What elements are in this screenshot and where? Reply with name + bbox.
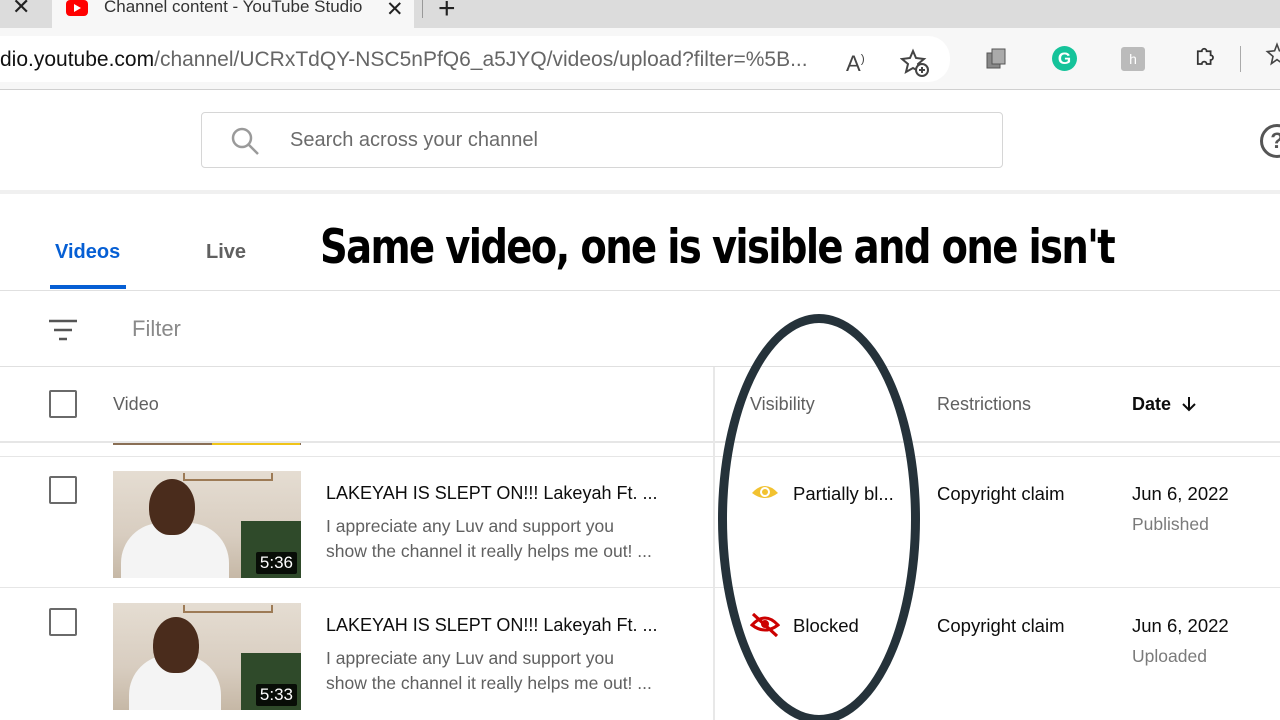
video-thumbnail[interactable]: 5:33	[113, 603, 301, 710]
filter-icon[interactable]	[48, 318, 78, 342]
eye-off-icon	[750, 613, 780, 637]
table-row[interactable]: 5:36 LAKEYAH IS SLEPT ON!!! Lakeyah Ft. …	[0, 457, 1280, 588]
favorites-icon[interactable]	[1262, 42, 1280, 66]
date-header-label: Date	[1132, 394, 1172, 414]
url-text[interactable]: dio.youtube.com/channel/UCRxTdQY-NSC5nPf…	[0, 48, 808, 72]
eye-icon	[752, 486, 778, 498]
read-aloud-icon[interactable]: A)	[846, 51, 865, 77]
filter-divider	[0, 366, 1280, 367]
video-duration: 5:36	[255, 552, 297, 574]
table-row[interactable]: 5:33 LAKEYAH IS SLEPT ON!!! Lakeyah Ft. …	[0, 589, 1280, 720]
browser-tab[interactable]: Channel content - YouTube Studio ✕	[52, 0, 414, 28]
column-header-video: Video	[113, 394, 159, 414]
restriction-status[interactable]: Copyright claim	[937, 483, 1065, 505]
thumbnail-person-head	[149, 479, 195, 535]
address-bar[interactable]: dio.youtube.com/channel/UCRxTdQY-NSC5nPf…	[0, 36, 950, 82]
video-description: I appreciate any Luv and support you sho…	[326, 646, 686, 696]
row-divider	[0, 587, 1280, 588]
help-icon[interactable]: ?	[1260, 124, 1280, 158]
thumbnail-person-head	[153, 617, 199, 673]
browser-tab-title: Channel content - YouTube Studio	[104, 0, 363, 16]
select-all-checkbox[interactable]	[49, 390, 77, 418]
thumbnail-frame	[183, 605, 273, 613]
header-divider	[0, 190, 1280, 194]
annotation-caption: Same video, one is visible and one isn't	[320, 220, 1116, 275]
tab-videos[interactable]: Videos	[55, 241, 120, 264]
close-tab-icon[interactable]: ✕	[386, 0, 404, 22]
visibility-status[interactable]: Partially bl...	[793, 483, 894, 505]
collections-icon[interactable]	[984, 47, 1008, 71]
filter-input[interactable]: Filter	[132, 316, 181, 342]
video-description: I appreciate any Luv and support you sho…	[326, 514, 686, 564]
tab-separator	[422, 0, 423, 18]
video-title[interactable]: LAKEYAH IS SLEPT ON!!! Lakeyah Ft. ...	[326, 615, 657, 636]
column-header-visibility: Visibility	[750, 394, 815, 414]
url-path: /channel/UCRxTdQY-NSC5nPfQ6_a5JYQ/videos…	[154, 48, 808, 71]
extension-h-icon[interactable]: h	[1121, 47, 1145, 71]
browser-toolbar: dio.youtube.com/channel/UCRxTdQY-NSC5nPf…	[0, 28, 1280, 90]
visibility-status[interactable]: Blocked	[793, 615, 859, 637]
row-checkbox[interactable]	[49, 608, 77, 636]
add-favorite-icon[interactable]	[900, 48, 930, 78]
previous-row-thumbnail-accent	[212, 443, 300, 445]
toolbar-separator	[1240, 46, 1241, 72]
arrow-down-icon	[1182, 397, 1196, 412]
column-header-restrictions: Restrictions	[937, 394, 1032, 414]
video-title[interactable]: LAKEYAH IS SLEPT ON!!! Lakeyah Ft. ...	[326, 483, 657, 504]
url-subdomain: dio.	[0, 48, 34, 71]
video-description-line: show the channel it really helps me out!…	[326, 541, 652, 561]
search-input[interactable]	[290, 125, 970, 155]
video-publish-status: Uploaded	[1132, 646, 1207, 666]
grammarly-icon[interactable]: G	[1052, 46, 1077, 71]
extensions-icon[interactable]	[1190, 44, 1220, 68]
video-description-line: I appreciate any Luv and support you	[326, 648, 614, 668]
browser-tab-strip: ✕ Channel content - YouTube Studio ✕ +	[0, 0, 1280, 28]
video-publish-status: Published	[1132, 514, 1209, 534]
video-thumbnail[interactable]: 5:36	[113, 471, 301, 578]
row-checkbox[interactable]	[49, 476, 77, 504]
youtube-favicon-icon	[66, 0, 88, 16]
active-tab-indicator	[50, 285, 126, 289]
video-description-line: I appreciate any Luv and support you	[326, 516, 614, 536]
close-icon[interactable]: ✕	[12, 0, 30, 20]
restriction-status[interactable]: Copyright claim	[937, 615, 1065, 637]
video-date: Jun 6, 2022	[1132, 483, 1229, 504]
video-duration: 5:33	[255, 684, 297, 706]
url-domain: youtube.com	[33, 48, 155, 71]
new-tab-button[interactable]: +	[438, 0, 456, 26]
tabs-divider	[0, 290, 1280, 291]
thumbnail-frame	[183, 473, 273, 481]
column-header-date[interactable]: Date	[1132, 394, 1198, 415]
video-date: Jun 6, 2022	[1132, 615, 1229, 636]
tab-live[interactable]: Live	[206, 241, 246, 264]
video-description-line: show the channel it really helps me out!…	[326, 673, 652, 693]
channel-search-box[interactable]	[201, 112, 1003, 168]
search-icon	[231, 127, 259, 155]
